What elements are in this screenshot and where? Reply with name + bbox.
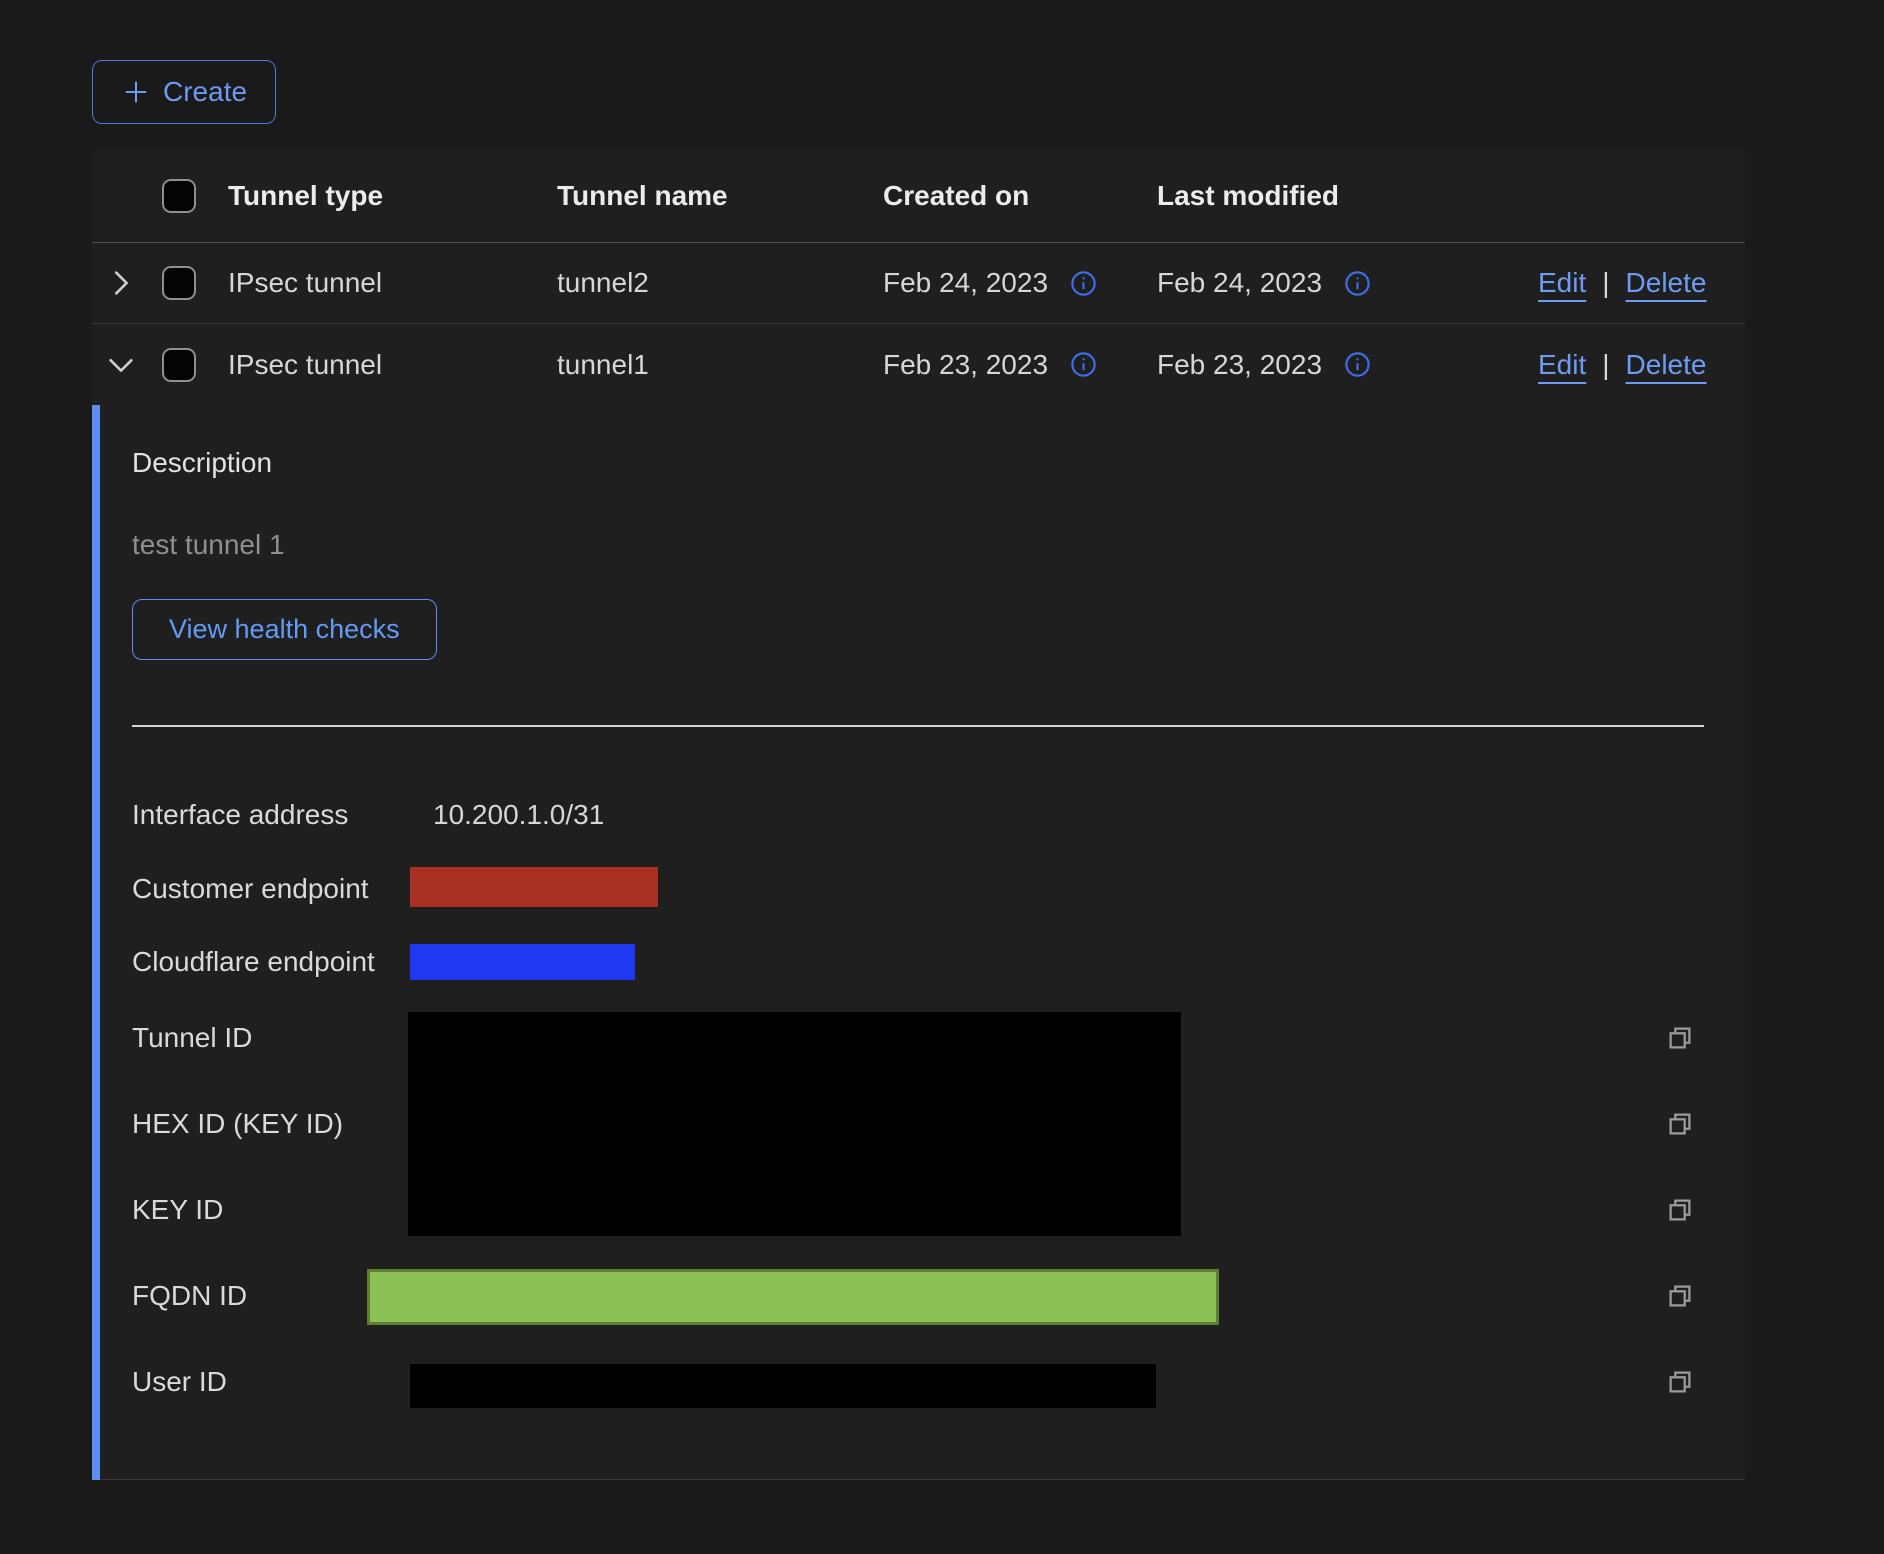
- header-last-modified: Last modified: [1157, 180, 1538, 212]
- copy-user-id-button[interactable]: [1662, 1364, 1698, 1400]
- copy-hex-id-button[interactable]: [1662, 1106, 1698, 1142]
- table-row-tunnel2: IPsec tunnel tunnel2 Feb 24, 2023 Feb 24…: [92, 243, 1745, 324]
- info-icon[interactable]: [1344, 351, 1371, 378]
- view-health-checks-button[interactable]: View health checks: [132, 599, 437, 660]
- cell-tunnel-name: tunnel1: [557, 349, 883, 381]
- chevron-right-icon[interactable]: [106, 268, 136, 298]
- row-checkbox-tunnel2[interactable]: [162, 266, 196, 300]
- delete-link-tunnel2[interactable]: Delete: [1626, 267, 1707, 299]
- customer-endpoint-label: Customer endpoint: [132, 873, 369, 905]
- create-button[interactable]: Create: [92, 60, 276, 124]
- hex-id-label: HEX ID (KEY ID): [132, 1108, 343, 1140]
- tunnels-table: Tunnel type Tunnel name Created on Last …: [92, 150, 1745, 1480]
- user-id-redaction: [410, 1364, 1156, 1408]
- details-divider: [132, 725, 1704, 727]
- tunnel-id-label: Tunnel ID: [132, 1022, 252, 1054]
- copy-tunnel-id-button[interactable]: [1662, 1020, 1698, 1056]
- info-icon[interactable]: [1070, 351, 1097, 378]
- cloudflare-endpoint-redaction: [410, 944, 635, 980]
- actions-separator: |: [1602, 267, 1609, 299]
- tunnel-id-redaction: [408, 1012, 1181, 1236]
- table-header-row: Tunnel type Tunnel name Created on Last …: [92, 150, 1745, 243]
- select-all-checkbox[interactable]: [162, 179, 196, 213]
- cell-tunnel-name: tunnel2: [557, 267, 883, 299]
- cell-last-modified: Feb 24, 2023: [1157, 267, 1322, 299]
- key-id-label: KEY ID: [132, 1194, 223, 1226]
- create-button-label: Create: [163, 76, 247, 108]
- fqdn-id-label: FQDN ID: [132, 1280, 247, 1312]
- chevron-down-icon[interactable]: [106, 350, 136, 380]
- description-value: test tunnel 1: [132, 529, 285, 561]
- table-row-tunnel1: IPsec tunnel tunnel1 Feb 23, 2023 Feb 23…: [92, 324, 1745, 405]
- customer-endpoint-redaction: [410, 867, 658, 907]
- header-tunnel-name: Tunnel name: [557, 180, 883, 212]
- cell-last-modified: Feb 23, 2023: [1157, 349, 1322, 381]
- tunnels-page: { "create_button": { "label": "Create" }…: [0, 0, 1884, 1554]
- copy-key-id-button[interactable]: [1662, 1192, 1698, 1228]
- actions-separator: |: [1602, 349, 1609, 381]
- tunnel-details-panel: Description test tunnel 1 View health ch…: [92, 405, 1745, 1480]
- header-tunnel-type: Tunnel type: [228, 180, 557, 212]
- copy-fqdn-id-button[interactable]: [1662, 1278, 1698, 1314]
- edit-link-tunnel1[interactable]: Edit: [1538, 349, 1586, 381]
- info-icon[interactable]: [1070, 270, 1097, 297]
- cell-tunnel-type: IPsec tunnel: [228, 267, 557, 299]
- plus-icon: [121, 77, 151, 107]
- cell-created-on: Feb 23, 2023: [883, 349, 1048, 381]
- description-label: Description: [132, 447, 272, 479]
- cell-created-on: Feb 24, 2023: [883, 267, 1048, 299]
- info-icon[interactable]: [1344, 270, 1371, 297]
- header-created-on: Created on: [883, 180, 1157, 212]
- interface-address-value: 10.200.1.0/31: [433, 799, 604, 831]
- cell-tunnel-type: IPsec tunnel: [228, 349, 557, 381]
- cloudflare-endpoint-label: Cloudflare endpoint: [132, 946, 375, 978]
- expanded-row-accent-bar: [92, 405, 100, 1480]
- edit-link-tunnel2[interactable]: Edit: [1538, 267, 1586, 299]
- fqdn-id-redaction: [367, 1269, 1219, 1325]
- user-id-label: User ID: [132, 1366, 227, 1398]
- interface-address-label: Interface address: [132, 799, 348, 831]
- delete-link-tunnel1[interactable]: Delete: [1626, 349, 1707, 381]
- row-checkbox-tunnel1[interactable]: [162, 348, 196, 382]
